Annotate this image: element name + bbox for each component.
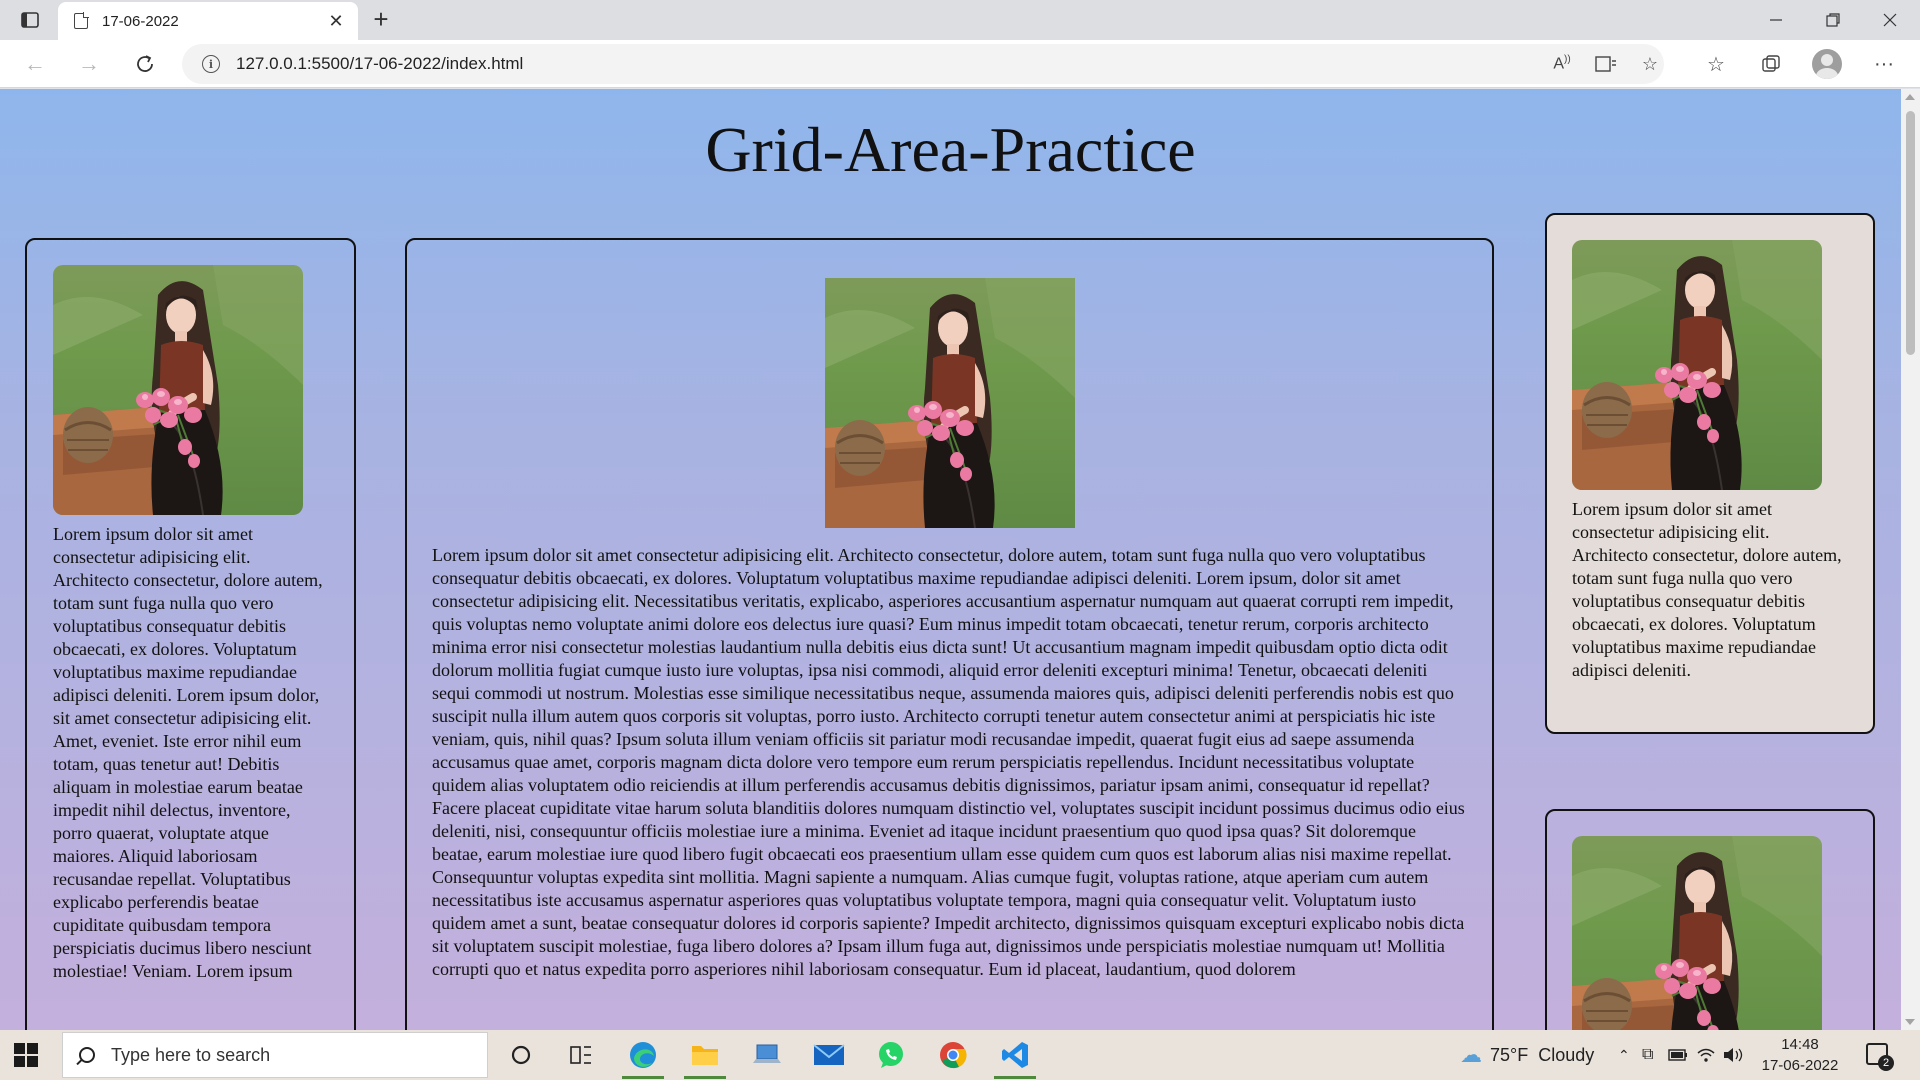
file-explorer-icon[interactable]	[680, 1035, 730, 1079]
task-view-icon[interactable]	[556, 1035, 606, 1075]
profile-icon[interactable]	[1812, 49, 1842, 79]
tab-title: 17-06-2022	[102, 12, 179, 30]
system-clock[interactable]: 14:48 17-06-2022	[1750, 1034, 1850, 1076]
tab-actions-icon[interactable]	[14, 7, 46, 33]
collections-icon[interactable]	[1755, 48, 1787, 80]
scroll-thumb[interactable]	[1906, 111, 1915, 355]
windows-taskbar: Type here to search ☁ 75°F Cloudy ⌃ ⧉ 14…	[0, 1030, 1920, 1080]
page-scrollbar[interactable]	[1901, 89, 1920, 1030]
right-card-bottom	[1545, 809, 1875, 1030]
browser-toolbar: ← → i 127.0.0.1:5500/17-06-2022/index.ht…	[0, 40, 1920, 88]
battery-icon[interactable]	[1668, 1030, 1688, 1080]
close-icon[interactable]	[1862, 0, 1918, 40]
girl-photo	[824, 278, 1075, 528]
left-card: Lorem ipsum dolor sit amet consectetur a…	[25, 238, 356, 1030]
weather-text: 75°F Cloudy	[1490, 1044, 1595, 1065]
volume-icon[interactable]	[1722, 1030, 1744, 1080]
weather-cloud-icon: ☁	[1460, 1042, 1482, 1067]
scroll-down-icon[interactable]	[1905, 1019, 1915, 1025]
immersive-reader-icon[interactable]	[1590, 48, 1622, 80]
cortana-icon[interactable]	[496, 1035, 546, 1075]
search-placeholder: Type here to search	[111, 1044, 271, 1065]
main-card-text: Lorem ipsum dolor sit amet consectetur a…	[432, 545, 1465, 979]
girl-photo	[1572, 836, 1822, 1030]
notification-count: 2	[1878, 1055, 1894, 1071]
url-text: 127.0.0.1:5500/17-06-2022/index.html	[236, 54, 524, 73]
tab-bar: 17-06-2022 ✕ +	[0, 0, 1920, 40]
back-icon[interactable]: ←	[18, 48, 52, 80]
windows-start-icon[interactable]	[14, 1043, 38, 1067]
maximize-icon[interactable]	[1805, 0, 1861, 40]
left-card-text: Lorem ipsum dolor sit amet consectetur a…	[53, 524, 323, 981]
favorites-icon[interactable]: ☆	[1700, 48, 1732, 80]
vscode-icon[interactable]	[990, 1035, 1040, 1079]
clock-time: 14:48	[1781, 1036, 1819, 1053]
girl-photo	[53, 265, 303, 515]
page-icon	[74, 12, 89, 29]
show-hidden-icons[interactable]: ⌃	[1618, 1030, 1630, 1080]
taskbar-search-box[interactable]: Type here to search	[62, 1032, 488, 1078]
refresh-icon[interactable]	[128, 48, 162, 80]
close-icon[interactable]: ✕	[326, 11, 346, 32]
info-icon[interactable]: i	[202, 55, 220, 73]
search-icon	[79, 1047, 95, 1063]
browser-tab[interactable]: 17-06-2022 ✕	[58, 2, 358, 40]
scroll-up-icon[interactable]	[1905, 94, 1915, 100]
forward-icon[interactable]: →	[72, 48, 106, 80]
plus-icon[interactable]: +	[366, 6, 396, 34]
notifications-icon[interactable]: 2	[1866, 1043, 1894, 1071]
whatsapp-icon[interactable]	[866, 1035, 916, 1075]
more-icon[interactable]: ···	[1868, 48, 1900, 80]
read-aloud-icon[interactable]: A))	[1546, 48, 1578, 80]
page-viewport: Grid-Area-Practice Lorem ipsum dolor sit…	[0, 89, 1901, 1030]
minimize-icon[interactable]	[1748, 0, 1804, 40]
page-title: Grid-Area-Practice	[705, 114, 1196, 185]
meet-now-icon[interactable]: ⧉	[1642, 1030, 1653, 1080]
main-card: Lorem ipsum dolor sit amet consectetur a…	[405, 238, 1494, 1030]
address-bar[interactable]: i 127.0.0.1:5500/17-06-2022/index.html	[182, 44, 1664, 84]
laptop-app-icon[interactable]	[742, 1035, 792, 1075]
wifi-icon[interactable]	[1696, 1030, 1716, 1080]
right-card-top: Lorem ipsum dolor sit amet consectetur a…	[1545, 213, 1875, 734]
weather-widget[interactable]: ☁ 75°F Cloudy	[1460, 1030, 1594, 1080]
right-card-text: Lorem ipsum dolor sit amet consectetur a…	[1572, 499, 1842, 680]
clock-date: 17-06-2022	[1761, 1057, 1839, 1074]
girl-photo	[1572, 240, 1822, 490]
mail-icon[interactable]	[804, 1035, 854, 1075]
add-favorite-icon[interactable]: ☆	[1634, 48, 1666, 80]
chrome-icon[interactable]	[928, 1035, 978, 1075]
edge-icon[interactable]	[618, 1035, 668, 1079]
